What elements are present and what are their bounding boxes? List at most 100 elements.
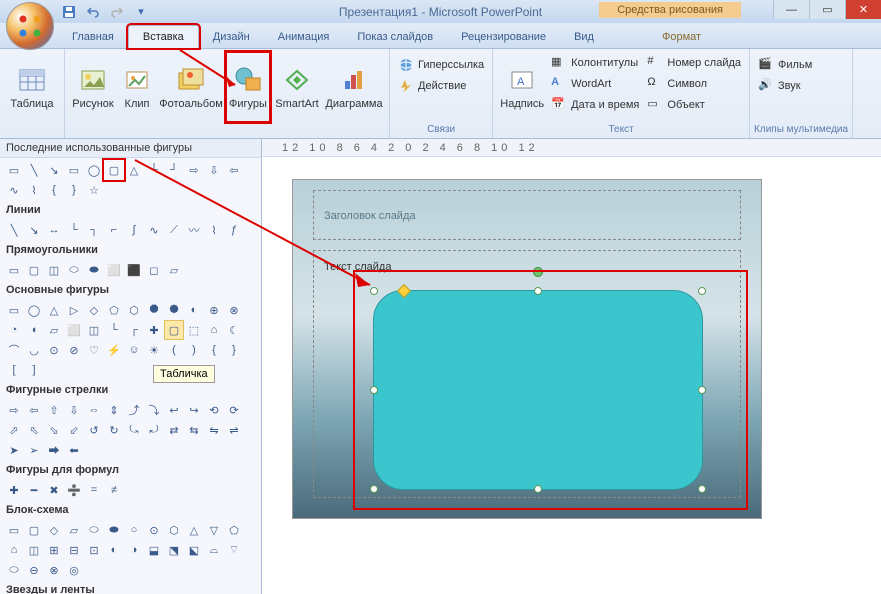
shape-b3[interactable]: △ [44, 300, 64, 320]
shape-a15[interactable]: ⬂ [44, 420, 64, 440]
tab-slideshow[interactable]: Показ слайдов [343, 26, 447, 48]
shape-a24[interactable]: ⇌ [224, 420, 244, 440]
shape-b18[interactable]: └ [104, 320, 124, 340]
shape-f25[interactable]: ⬭ [4, 560, 24, 580]
shape-curve[interactable]: ∿ [4, 180, 24, 200]
shape-a13[interactable]: ⬀ [4, 420, 24, 440]
shape-oval[interactable]: ◯ [84, 160, 104, 180]
shape-b37[interactable]: [ [4, 360, 24, 380]
shape-line11[interactable]: ⌇ [204, 220, 224, 240]
sound-button[interactable]: 🔊Звук [754, 76, 848, 96]
slide-canvas[interactable]: 12 10 8 6 4 2 0 2 4 6 8 10 12 Заголовок … [262, 139, 881, 594]
shape-e6[interactable]: ≠ [104, 480, 124, 500]
shape-b2[interactable]: ◯ [24, 300, 44, 320]
shape-f14[interactable]: ◫ [24, 540, 44, 560]
shape-e2[interactable]: ━ [24, 480, 44, 500]
shape-b26[interactable]: ◡ [24, 340, 44, 360]
shape-b17[interactable]: ◫ [84, 320, 104, 340]
shape-a14[interactable]: ⬁ [24, 420, 44, 440]
tab-view[interactable]: Вид [560, 26, 608, 48]
action-button[interactable]: Действие [394, 76, 488, 96]
shape-f7[interactable]: ○ [124, 520, 144, 540]
shape-r3[interactable]: ◫ [44, 260, 64, 280]
shape-b11[interactable]: ⊕ [204, 300, 224, 320]
shape-a27[interactable]: ⮕ [44, 440, 64, 460]
shape-b34[interactable]: ) [184, 340, 204, 360]
shape-a5[interactable]: ⇔ [84, 400, 104, 420]
shape-b32[interactable]: ☀ [144, 340, 164, 360]
shape-a10[interactable]: ↪ [184, 400, 204, 420]
title-placeholder[interactable]: Заголовок слайда [313, 190, 741, 240]
shape-a4[interactable]: ⇩ [64, 400, 84, 420]
shape-f18[interactable]: ◐ [104, 540, 124, 560]
minimize-button[interactable]: — [773, 0, 809, 19]
shape-line4[interactable]: └ [64, 220, 84, 240]
shape-f8[interactable]: ⊙ [144, 520, 164, 540]
shape-a11[interactable]: ⟲ [204, 400, 224, 420]
shape-b24[interactable]: ☾ [224, 320, 244, 340]
shape-f17[interactable]: ⊡ [84, 540, 104, 560]
symbol-button[interactable]: ΩСимвол [643, 74, 745, 94]
shape-b6[interactable]: ⬠ [104, 300, 124, 320]
textbox-button[interactable]: AНадпись [497, 51, 547, 123]
shape-a18[interactable]: ↻ [104, 420, 124, 440]
shape-line10[interactable]: 〰 [184, 220, 204, 240]
shape-b25[interactable]: ⌒ [4, 340, 24, 360]
shape-b4[interactable]: ▷ [64, 300, 84, 320]
shape-lconnector[interactable]: └ [144, 160, 164, 180]
shape-e1[interactable]: ✚ [4, 480, 24, 500]
movie-button[interactable]: 🎬Фильм [754, 55, 848, 75]
shape-e3[interactable]: ✖ [44, 480, 64, 500]
table-button[interactable]: Таблица [4, 51, 60, 123]
shape-f13[interactable]: ⌂ [4, 540, 24, 560]
shape-f9[interactable]: ⬡ [164, 520, 184, 540]
shape-a19[interactable]: ⤿ [124, 420, 144, 440]
shape-line5[interactable]: ┐ [84, 220, 104, 240]
shape-b38[interactable]: ] [24, 360, 44, 380]
close-button[interactable]: ✕ [845, 0, 881, 19]
album-button[interactable]: Фотоальбом [157, 51, 225, 123]
shape-freeform[interactable]: ⌇ [24, 180, 44, 200]
shape-r8[interactable]: ◻ [144, 260, 164, 280]
shapes-button[interactable]: Фигуры [225, 51, 271, 123]
shape-b19[interactable]: ┌ [124, 320, 144, 340]
shape-b12[interactable]: ⊗ [224, 300, 244, 320]
shape-b16[interactable]: ⬜ [64, 320, 84, 340]
shape-f27[interactable]: ⊗ [44, 560, 64, 580]
shape-a7[interactable]: ⤴ [124, 400, 144, 420]
shape-b10[interactable]: ◐ [184, 300, 204, 320]
chart-button[interactable]: Диаграмма [323, 51, 385, 123]
shape-r1[interactable]: ▭ [4, 260, 24, 280]
shape-line6[interactable]: ⌐ [104, 220, 124, 240]
shape-f4[interactable]: ▱ [64, 520, 84, 540]
shape-a23[interactable]: ⇋ [204, 420, 224, 440]
shape-b9[interactable]: ⯄ [164, 300, 184, 320]
picture-button[interactable]: Рисунок [69, 51, 117, 123]
shape-f3[interactable]: ◇ [44, 520, 64, 540]
shape-rect[interactable]: ▭ [64, 160, 84, 180]
shape-b15[interactable]: ▱ [44, 320, 64, 340]
shape-lconnector2[interactable]: ┘ [164, 160, 184, 180]
tab-review[interactable]: Рецензирование [447, 26, 560, 48]
shape-line8[interactable]: ∿ [144, 220, 164, 240]
shape-a16[interactable]: ⬃ [64, 420, 84, 440]
tab-home[interactable]: Главная [58, 26, 128, 48]
office-button[interactable] [6, 2, 54, 50]
shape-f2[interactable]: ▢ [24, 520, 44, 540]
shape-star[interactable]: ☆ [84, 180, 104, 200]
shape-e5[interactable]: = [84, 480, 104, 500]
shape-f12[interactable]: ⬠ [224, 520, 244, 540]
shape-r4[interactable]: ⬭ [64, 260, 84, 280]
shape-a8[interactable]: ⤵ [144, 400, 164, 420]
shape-a2[interactable]: ⇦ [24, 400, 44, 420]
shape-b23[interactable]: ⌂ [204, 320, 224, 340]
shape-a26[interactable]: ➢ [24, 440, 44, 460]
header-footer-button[interactable]: ▦Колонтитулы [547, 53, 643, 73]
shape-f1[interactable]: ▭ [4, 520, 24, 540]
shape-b30[interactable]: ⚡ [104, 340, 124, 360]
shape-b1[interactable]: ▭ [4, 300, 24, 320]
shape-b27[interactable]: ⊙ [44, 340, 64, 360]
shape-b36[interactable]: } [224, 340, 244, 360]
shape-b5[interactable]: ◇ [84, 300, 104, 320]
shape-a21[interactable]: ⇄ [164, 420, 184, 440]
